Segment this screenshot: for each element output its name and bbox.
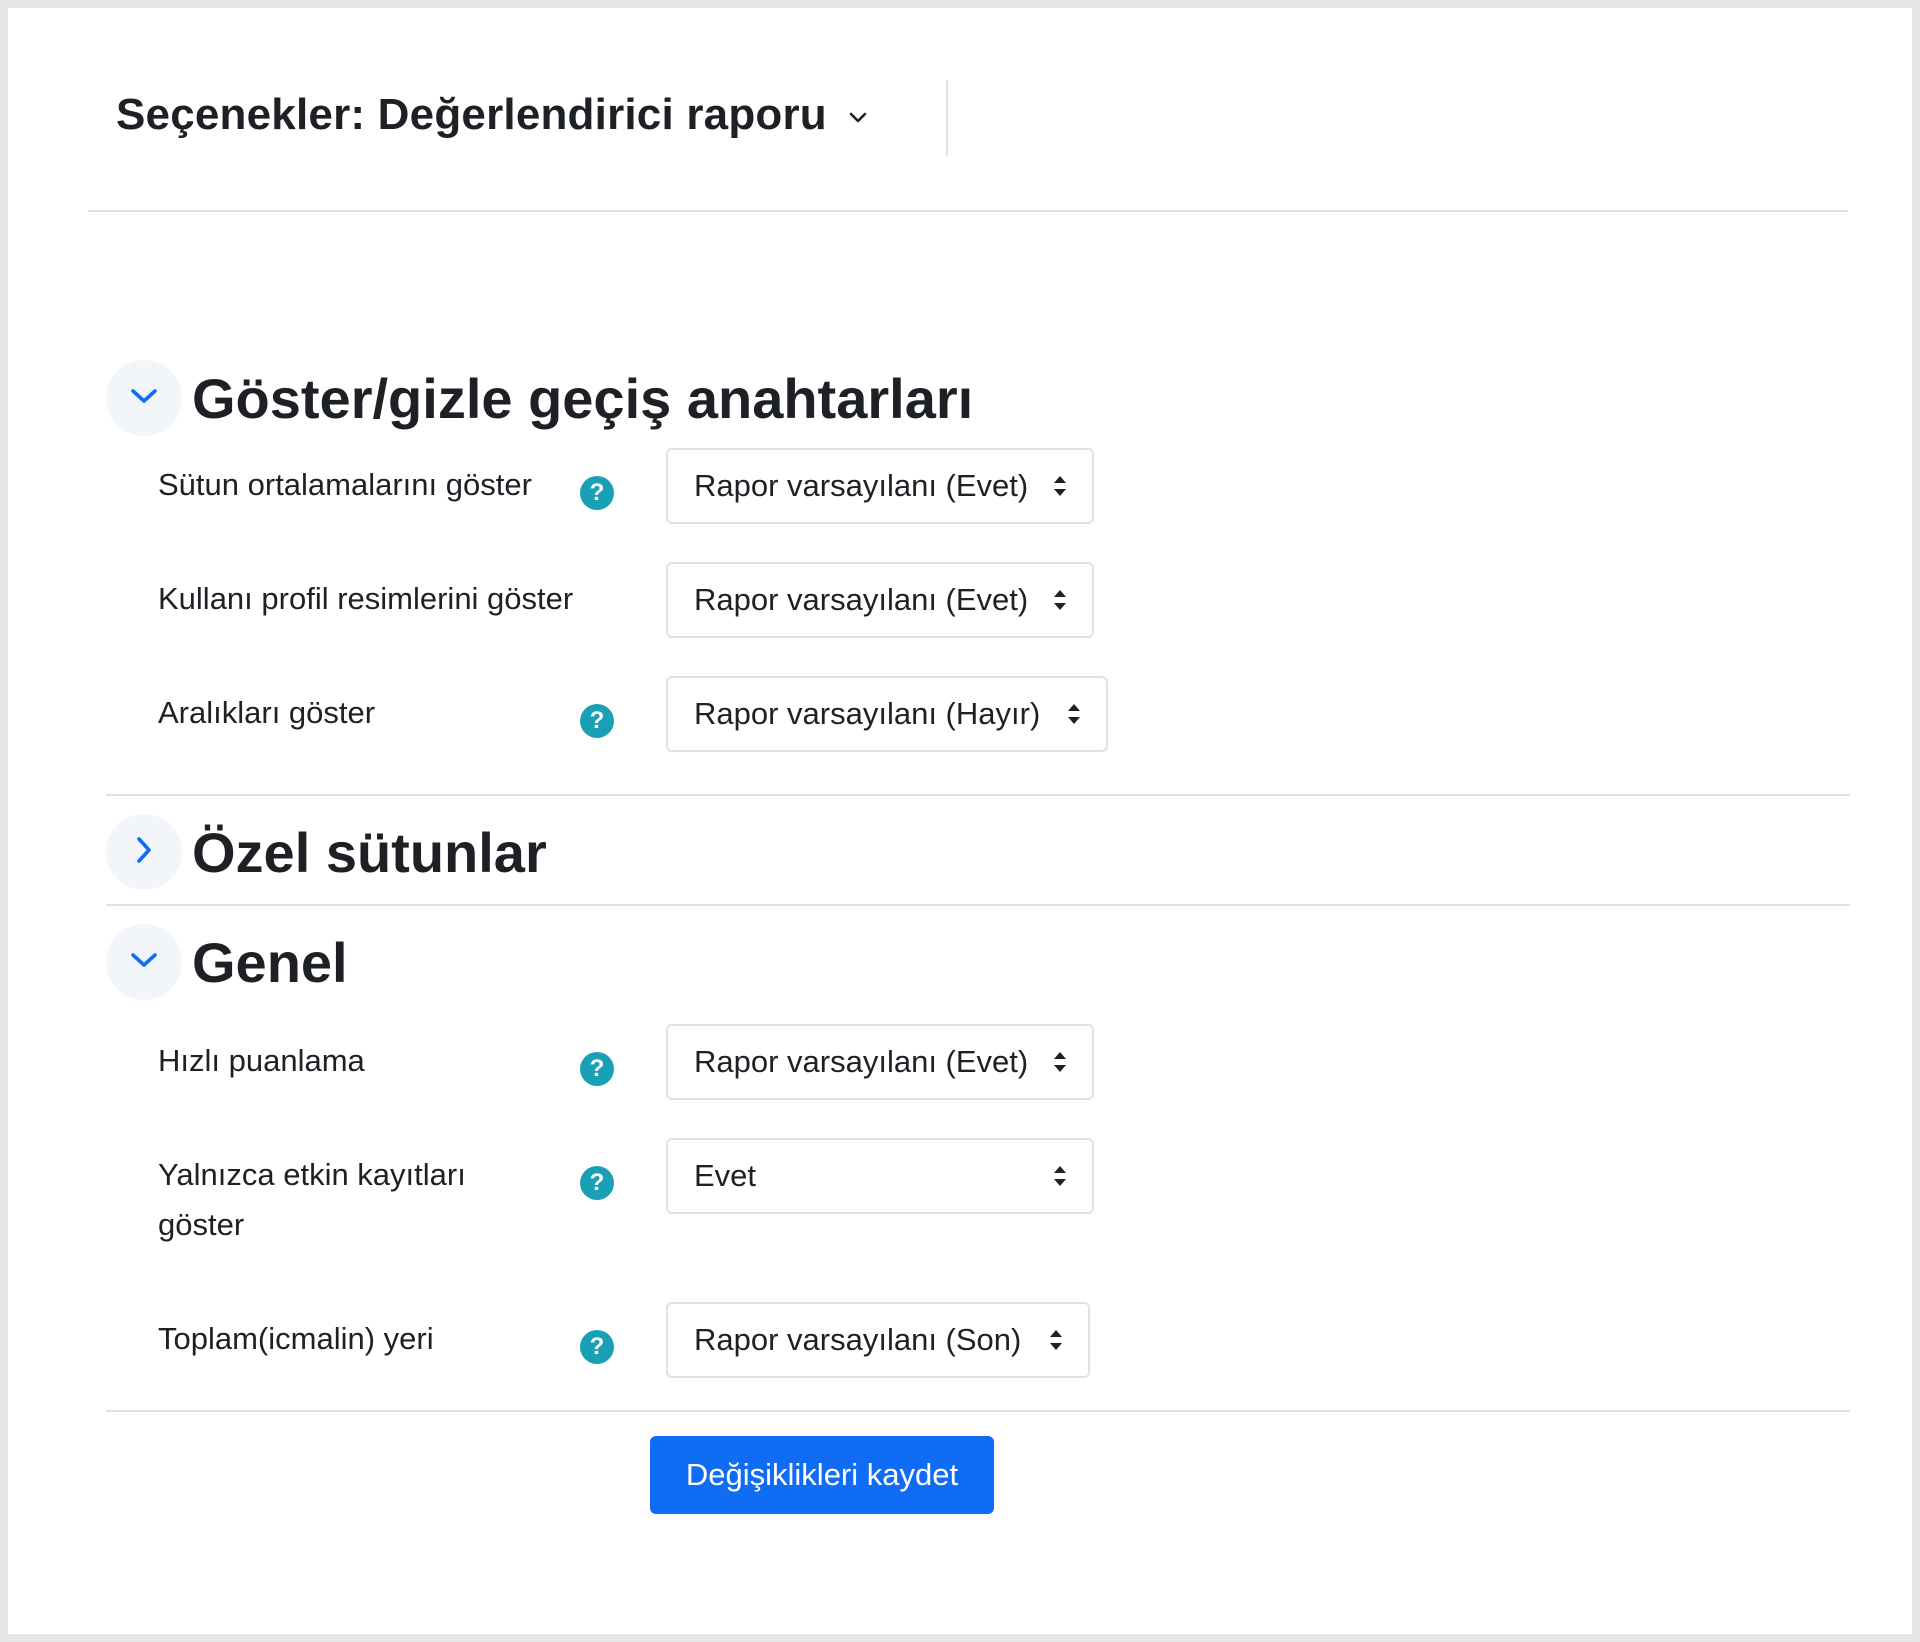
section-toggles-title: Göster/gizle geçiş anahtarları: [192, 366, 974, 430]
section-divider: [106, 904, 1850, 906]
question-circle-icon[interactable]: ?: [580, 1166, 614, 1200]
save-changes-button[interactable]: Değişiklikleri kaydet: [650, 1436, 994, 1514]
chevron-down-icon: [849, 112, 867, 124]
chevron-down-icon: [129, 386, 159, 411]
question-circle-icon[interactable]: ?: [580, 704, 614, 738]
field-label-line: göster: [158, 1207, 245, 1242]
question-circle-icon[interactable]: ?: [580, 1330, 614, 1364]
field-label: Yalnızca etkin kayıtları göster: [158, 1150, 466, 1250]
select-value: Rapor varsayılanı (Son): [694, 1322, 1022, 1357]
form-row: Hızlı puanlama ? Rapor varsayılanı (Evet…: [106, 1024, 1850, 1116]
field-label: Kullanı profil resimlerini göster: [158, 581, 574, 616]
chevron-down-icon: [129, 950, 159, 975]
section-divider: [106, 794, 1850, 796]
section-custom-columns-title: Özel sütunlar: [192, 820, 547, 884]
section-divider: [106, 1410, 1850, 1412]
select-value: Rapor varsayılanı (Evet): [694, 582, 1029, 617]
section-general: Genel Hızlı puanlama ? Rapor varsayılanı…: [106, 924, 1850, 1404]
section-general-title: Genel: [192, 930, 348, 994]
section-general-collapse-button[interactable]: [106, 924, 182, 1000]
section-custom-columns-expand-button[interactable]: [106, 814, 182, 890]
chevron-right-icon: [134, 835, 154, 870]
sort-arrows-icon: [1066, 701, 1082, 727]
field-label: Aralıkları göster: [158, 695, 376, 730]
form-row: Yalnızca etkin kayıtları göster ? Evet: [106, 1138, 1850, 1260]
show-only-active-enrolments-select[interactable]: Evet: [666, 1138, 1094, 1214]
page-header: Seçenekler: Değerlendirici raporu: [88, 8, 1848, 212]
field-label: Sütun ortalamalarını göster: [158, 467, 532, 502]
field-label: Toplam(icmalin) yeri: [158, 1321, 434, 1356]
form-row: Toplam(icmalin) yeri ? Rapor varsayılanı…: [106, 1302, 1850, 1394]
question-circle-icon[interactable]: ?: [580, 476, 614, 510]
form-row: Aralıkları göster ? Rapor varsayılanı (H…: [106, 676, 1850, 768]
field-label-line: Yalnızca etkin kayıtları: [158, 1157, 466, 1192]
sort-arrows-icon: [1052, 473, 1068, 499]
sort-arrows-icon: [1052, 1163, 1068, 1189]
show-column-averages-select[interactable]: Rapor varsayılanı (Evet): [666, 448, 1094, 524]
form-row: Kullanı profil resimlerini göster Rapor …: [106, 562, 1850, 654]
header-divider: [946, 80, 948, 156]
section-toggles: Göster/gizle geçiş anahtarları Sütun ort…: [106, 360, 1850, 760]
report-selector-dropdown[interactable]: Seçenekler: Değerlendirici raporu: [116, 90, 867, 140]
page-frame: Seçenekler: Değerlendirici raporu Göster…: [8, 8, 1912, 1634]
select-value: Rapor varsayılanı (Evet): [694, 468, 1029, 503]
sort-arrows-icon: [1048, 1327, 1064, 1353]
summary-position-select[interactable]: Rapor varsayılanı (Son): [666, 1302, 1090, 1378]
question-circle-icon[interactable]: ?: [580, 1052, 614, 1086]
section-toggles-collapse-button[interactable]: [106, 360, 182, 436]
select-value: Evet: [694, 1158, 757, 1193]
select-value: Rapor varsayılanı (Hayır): [694, 696, 1041, 731]
form-row: Sütun ortalamalarını göster ? Rapor vars…: [106, 448, 1850, 540]
field-label: Hızlı puanlama: [158, 1043, 365, 1078]
section-custom-columns: Özel sütunlar: [106, 814, 1850, 894]
show-ranges-select[interactable]: Rapor varsayılanı (Hayır): [666, 676, 1108, 752]
select-value: Rapor varsayılanı (Evet): [694, 1044, 1029, 1079]
quick-grading-select[interactable]: Rapor varsayılanı (Evet): [666, 1024, 1094, 1100]
show-user-pictures-select[interactable]: Rapor varsayılanı (Evet): [666, 562, 1094, 638]
sort-arrows-icon: [1052, 1049, 1068, 1075]
sort-arrows-icon: [1052, 587, 1068, 613]
page-title: Seçenekler: Değerlendirici raporu: [116, 90, 827, 139]
